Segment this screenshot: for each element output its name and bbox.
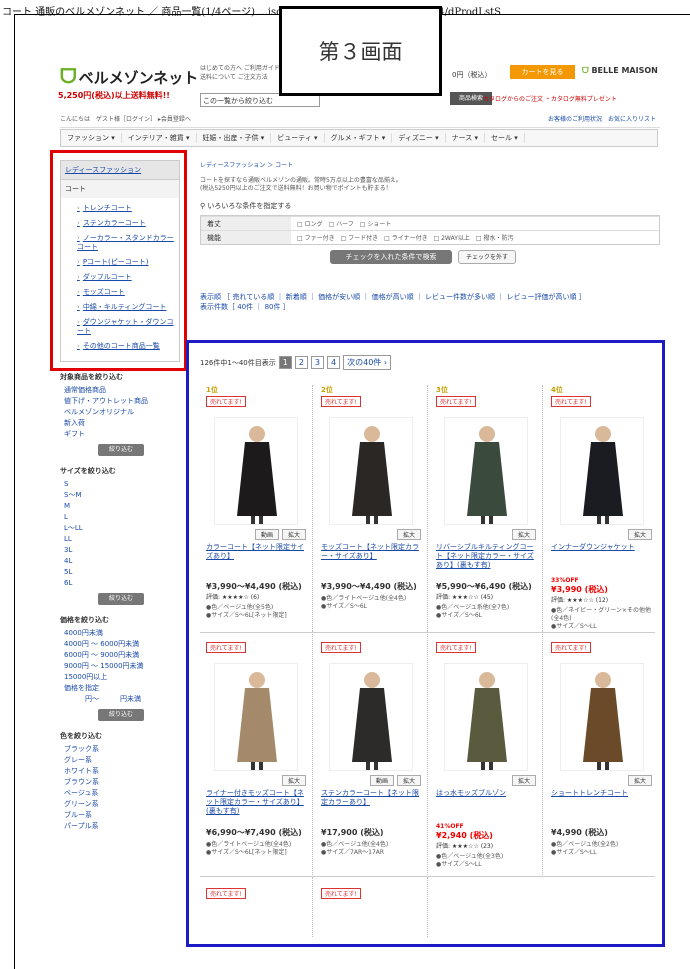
filter-option[interactable]: 15000円以上 [60,672,180,683]
filter-option[interactable]: 通常価格商品 [60,385,180,396]
header-links: はじめての方へ ご利用ガイド 送料について ご注文方法 [200,64,280,82]
filter-option[interactable]: 4000円 〜 6000円未満 [60,639,180,650]
nav-sale[interactable]: セール ▾ [485,133,525,143]
filter-option[interactable]: 6L [60,578,180,589]
filter-option[interactable]: LL [60,534,180,545]
free-shipping-banner: 5,250円(税込)以上送料無料!! [58,91,170,100]
nav-baby[interactable]: 妊娠・出産・子供 ▾ [197,133,272,143]
condition-options[interactable]: □ ロング □ ハーフ □ ショート [291,219,391,228]
filter-option[interactable]: ブルー系 [60,810,180,821]
main-content: レディースファッション ＞ コート コートを探すなら通販ベルメゾンの通販。常時5… [200,160,660,312]
filter-option[interactable]: ベルメゾンオリジナル [60,407,180,418]
filter-heading: サイズを絞り込む [60,467,116,475]
condition-row: 着丈 □ ロング □ ハーフ □ ショート [201,216,659,230]
condition-buttons: チェックを入れた条件で検索 チェックを外す [200,250,660,264]
brand-logo[interactable]: ᗜ BELLE MAISON [582,66,658,76]
filter-option[interactable]: 値下げ・アウトレット商品 [60,396,180,407]
nav-disney[interactable]: ディズニー ▾ [392,133,446,143]
screen-label: 第３画面 [279,6,442,96]
header-link[interactable]: はじめての方へ ご利用ガイド [200,64,280,73]
filter-heading: 価格を絞り込む [60,616,109,624]
check-search-button[interactable]: チェックを入れた条件で検索 [330,250,452,264]
nav-gourmet[interactable]: グルメ・ギフト ▾ [325,133,393,143]
logo-mark-icon: ᗜ [60,66,77,88]
filter-apply-button[interactable]: 絞り込む [98,444,144,456]
catalog-links[interactable]: カタログからのご注文 ・カタログ無料プレゼント [483,94,617,103]
filter-option[interactable]: ベージュ系 [60,788,180,799]
filter-group: 対象商品を絞り込む通常価格商品 値下げ・アウトレット商品 ベルメゾンオリジナル 新入荷… [60,372,180,456]
condition-label: 着丈 [201,217,291,230]
filter-group: 色を絞り込むブラック系 グレー系 ホワイト系 ブラウン系 ベージュ系 グリーン系 ブルー系パ… [60,731,180,832]
filter-option[interactable]: ホワイト系 [60,766,180,777]
header-link[interactable]: 送料について ご注文方法 [200,73,280,82]
filter-heading: 対象商品を絞り込む [60,373,123,381]
filter-option[interactable]: 5L [60,567,180,578]
site-logo[interactable]: ᗜ ベルメゾンネット [60,66,198,89]
filter-option[interactable]: 新入荷 [60,418,180,429]
display-count-links[interactable]: 表示件数［ 40件 ｜ 80件 ］ [200,302,660,312]
condition-table: 着丈 □ ロング □ ハーフ □ ショート 機能 □ ファー付き □ フード付き □… [200,215,660,245]
nav-interior[interactable]: インテリア・雑貨 ▾ [122,133,197,143]
filter-option[interactable]: ブラック系 [60,744,180,755]
account-links[interactable]: お客様のご利用状況 お気に入りリスト [548,114,656,123]
filter-option[interactable]: 4L [60,556,180,567]
highlight-sidebar-category [50,150,187,371]
filter-option[interactable]: S〜M [60,490,180,501]
sort-order-links[interactable]: 表示順 ［ 売れている順 ｜ 新着順 ｜ 価格が安い順 ｜ 価格が高い順 ｜ レ… [200,292,660,302]
filter-option[interactable]: ブラウン系 [60,777,180,788]
highlight-product-list [186,340,665,947]
filter-group: サイズを絞り込む S S〜M M L L〜LL LL 3L 4L 5L 6L 絞り込む [60,466,180,605]
filter-option[interactable]: 6000円 〜 9000円未満 [60,650,180,661]
nav-beauty[interactable]: ビューティ ▾ [271,133,325,143]
breadcrumb[interactable]: レディースファッション ＞ コート [200,160,660,169]
filter-option[interactable]: 9000円 〜 15000円未満 [60,661,180,672]
filter-option[interactable]: 3L [60,545,180,556]
filter-option[interactable]: M [60,501,180,512]
filter-option[interactable]: グレー系 [60,755,180,766]
nav-nurse[interactable]: ナース ▾ [446,133,485,143]
cart-total: 0円（税込） [452,71,492,79]
filter-group: 価格を絞り込む 4000円未満 4000円 〜 6000円未満 6000円 〜 900… [60,615,180,721]
search-icon: ⚲ [200,202,206,210]
filter-option[interactable]: L [60,512,180,523]
filter-apply-button[interactable]: 絞り込む [98,593,144,605]
filter-apply-button[interactable]: 絞り込む [98,709,144,721]
filter-option[interactable]: L〜LL [60,523,180,534]
filter-option[interactable]: ギフト [60,429,180,440]
filter-panels: 対象商品を絞り込む通常価格商品 値下げ・アウトレット商品 ベルメゾンオリジナル 新入荷… [60,372,180,832]
filter-option[interactable]: 円〜 円未満 [60,694,180,705]
condition-title: ⚲ いろいろな条件を指定する [200,202,292,210]
filter-option[interactable]: 価格を指定 [60,683,180,694]
condition-options[interactable]: □ ファー付き □ フード付き □ ライナー付き □ 2WAY以上 □ 撥水・防… [291,233,514,242]
condition-label: 機能 [201,231,291,244]
nav-fashion[interactable]: ファッション ▾ [61,133,122,143]
condition-row: 機能 □ ファー付き □ フード付き □ ライナー付き □ 2WAY以上 □ 撥水… [201,230,659,244]
intro-text: コートを探すなら通販ベルメゾンの通販。常時5万点以上の豊富な品揃え。 (税込52… [200,177,402,192]
filter-heading: 色を絞り込む [60,732,102,740]
logo-text: ベルメゾンネット [78,70,199,87]
cart-button[interactable]: カートを見る [510,65,575,79]
sort-options: 表示順 ［ 売れている順 ｜ 新着順 ｜ 価格が安い順 ｜ 価格が高い順 ｜ レ… [200,292,660,312]
clear-check-button[interactable]: チェックを外す [458,250,516,264]
filter-option[interactable]: S [60,479,180,490]
filter-option[interactable]: 4000円未満 [60,628,180,639]
filter-option[interactable]: パープル系 [60,821,180,832]
filter-option[interactable]: グリーン系 [60,799,180,810]
category-nav: ファッション ▾ インテリア・雑貨 ▾ 妊娠・出産・子供 ▾ ビューティ ▾ グ… [60,129,658,147]
